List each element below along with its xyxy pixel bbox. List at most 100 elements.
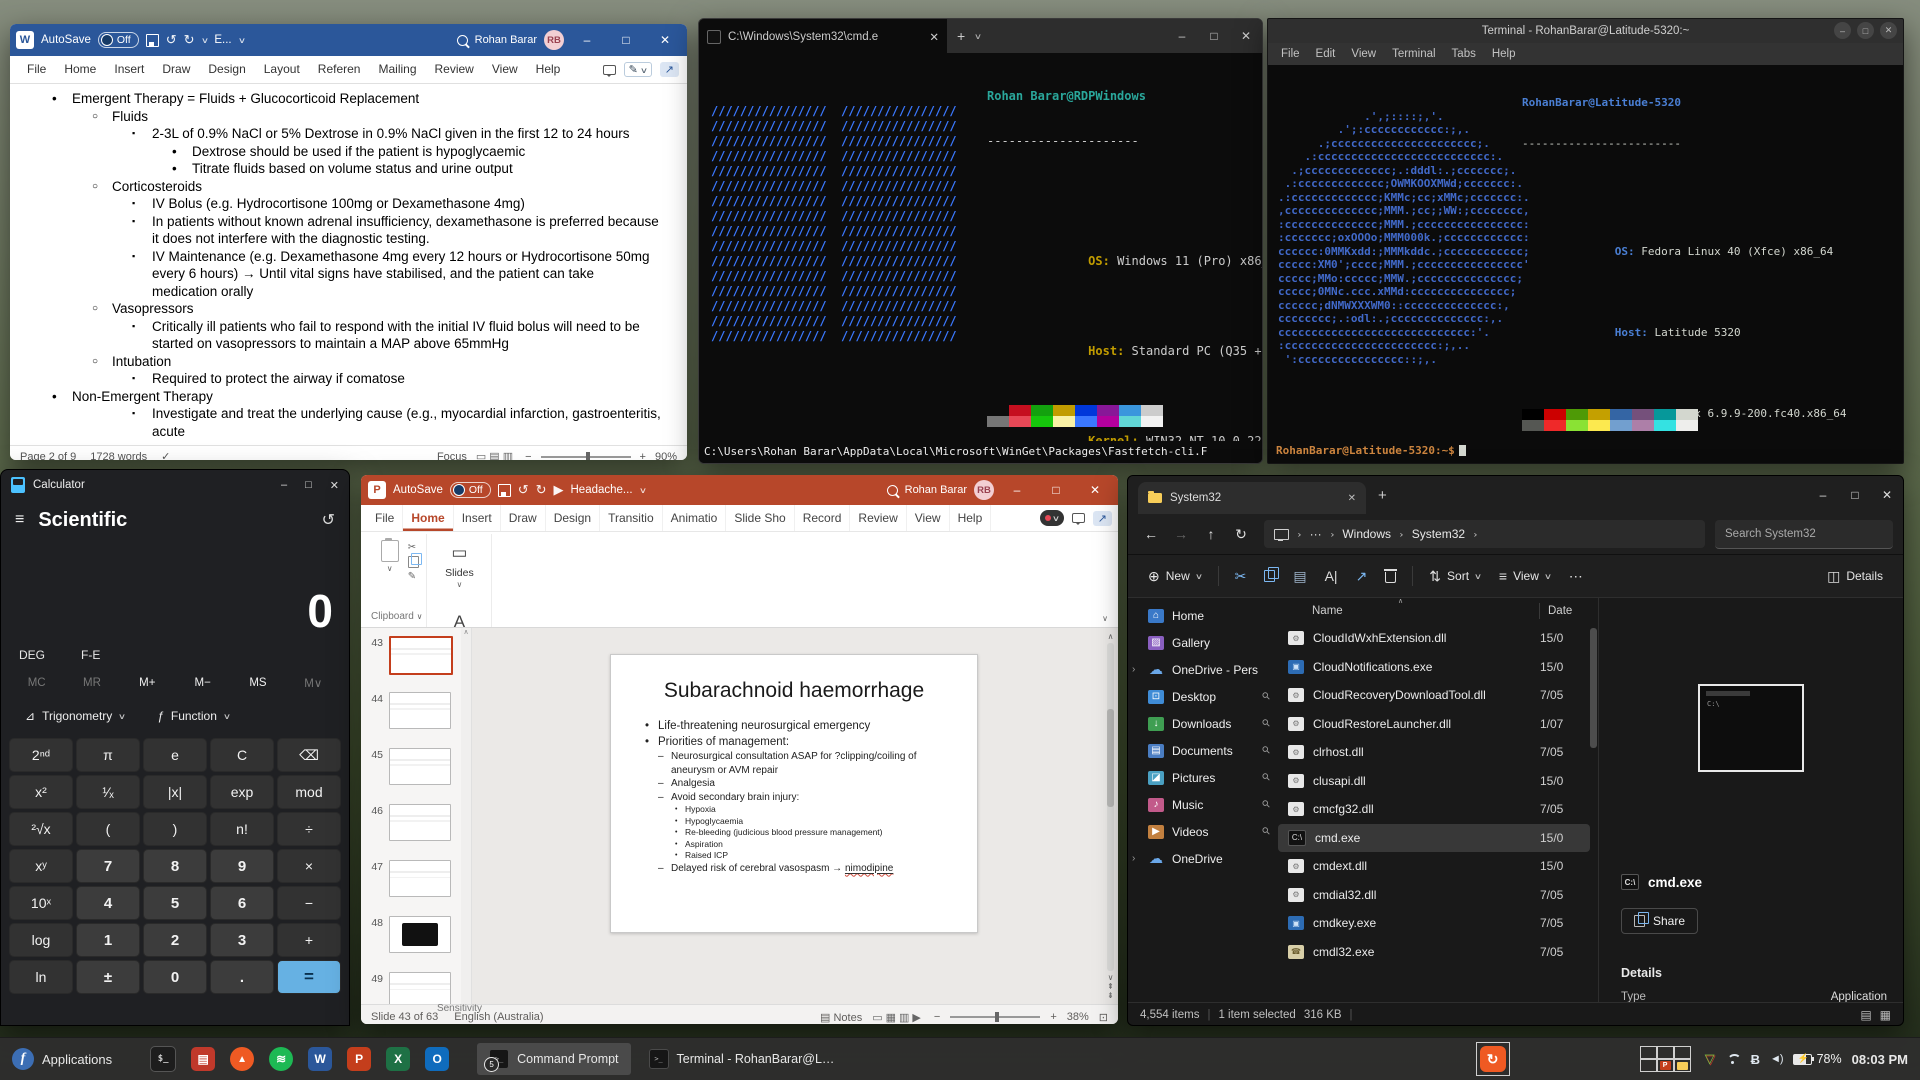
clock[interactable]: 08:03 PM xyxy=(1852,1052,1908,1067)
maximize-button[interactable]: □ xyxy=(1040,484,1072,496)
angle-unit-button[interactable]: DEG xyxy=(19,648,45,662)
calculator-key[interactable]: 7 xyxy=(76,849,140,883)
slide-indicator[interactable]: Slide 43 of 63 xyxy=(371,1011,438,1023)
terminal-output[interactable]: .',;::::;,'. .';:cccccccccccc:;,. .;cccc… xyxy=(1268,65,1903,461)
focused-app-indicator[interactable]: ↻ xyxy=(1475,1042,1510,1076)
language-indicator[interactable]: English (Australia) xyxy=(454,1011,543,1023)
maximize-button[interactable]: □ xyxy=(610,34,642,46)
wifi-icon[interactable] xyxy=(1725,1054,1741,1065)
ribbon-tab[interactable]: Home xyxy=(403,505,454,531)
display-tray-icon[interactable]: ▽ xyxy=(1705,1051,1715,1067)
calculator-key[interactable]: π xyxy=(76,738,140,772)
forward-button[interactable]: → xyxy=(1168,526,1194,542)
sidebar-item[interactable]: ▤ Documents ⚲ xyxy=(1128,737,1278,764)
undo-icon[interactable]: ↺ xyxy=(518,482,529,498)
minimize-button[interactable]: – xyxy=(1001,484,1033,496)
up-button[interactable]: ↑ xyxy=(1198,526,1224,542)
calculator-key[interactable]: log xyxy=(9,923,73,957)
calculator-key[interactable]: 9 xyxy=(210,849,274,883)
tab-close-icon[interactable]: ✕ xyxy=(1348,493,1356,504)
launcher-icon[interactable]: W xyxy=(308,1047,333,1071)
ribbon-tab[interactable]: File xyxy=(18,56,55,83)
ribbon-tab[interactable]: File xyxy=(367,505,404,531)
maximize-button[interactable]: □ xyxy=(1198,30,1230,42)
avatar[interactable]: RB xyxy=(974,480,994,500)
breadcrumb[interactable]: › ··· › Windows › System32 › xyxy=(1264,520,1705,548)
thumbnail-scrollbar[interactable]: ∧ xyxy=(461,628,472,1004)
minimize-button[interactable]: – xyxy=(1807,489,1839,501)
ribbon-tab[interactable]: Review xyxy=(850,505,907,531)
share-button[interactable]: ↗ xyxy=(659,62,679,77)
slide-thumbnail[interactable]: 45 xyxy=(369,748,451,785)
sidebar-item[interactable]: ⊡ Desktop ⚲ xyxy=(1128,683,1278,710)
delete-button[interactable] xyxy=(1377,564,1404,588)
calculator-key[interactable]: − xyxy=(277,886,341,920)
paste-button[interactable]: ∨ xyxy=(375,538,405,611)
menu-item[interactable]: Terminal xyxy=(1385,48,1442,60)
menu-item[interactable]: Tabs xyxy=(1445,48,1483,60)
fe-button[interactable]: F-E xyxy=(81,648,100,662)
ribbon-tab[interactable]: Home xyxy=(55,56,105,83)
close-button[interactable]: ✕ xyxy=(330,479,339,492)
file-row[interactable]: ⚙ clrhost.dll 7/05 xyxy=(1278,738,1590,767)
applications-menu[interactable]: f Applications xyxy=(0,1048,124,1070)
close-button[interactable]: ✕ xyxy=(1230,30,1262,42)
slide-thumbnail[interactable]: 48 xyxy=(369,916,451,953)
launcher-icon[interactable]: $_ xyxy=(150,1046,177,1072)
back-button[interactable]: ← xyxy=(1138,526,1164,542)
slide-thumbnail[interactable]: 47 xyxy=(369,860,451,897)
details-pane-button[interactable]: ◫ Details xyxy=(1819,563,1891,590)
calculator-key[interactable]: |x| xyxy=(143,775,207,809)
sidebar-item[interactable]: ⌂ Home xyxy=(1128,602,1278,629)
sidebar-item[interactable]: › ☁ OneDrive - Pers xyxy=(1128,656,1278,683)
view-switcher-icons[interactable]: ▭▤▥ xyxy=(476,450,516,460)
share-button[interactable]: Share xyxy=(1621,908,1699,934)
ribbon-tab[interactable]: Layout xyxy=(255,56,309,83)
rename-button[interactable]: A| xyxy=(1317,563,1346,589)
calculator-key[interactable]: exp xyxy=(210,775,274,809)
ribbon-tab[interactable]: Animatio xyxy=(663,505,727,531)
zoom-level[interactable]: 90% xyxy=(655,451,677,461)
slide-thumbnail[interactable]: 44 xyxy=(369,692,451,729)
calculator-key[interactable]: ) xyxy=(143,812,207,846)
new-tab-button[interactable]: + xyxy=(1366,487,1399,504)
search-icon[interactable] xyxy=(886,484,898,496)
cut-icon[interactable]: ✂ xyxy=(408,542,419,553)
cmd-tab[interactable]: C:\Windows\System32\cmd.e ✕ xyxy=(699,19,947,54)
window-button[interactable]: >_ 5 Command Prompt xyxy=(477,1043,631,1075)
redo-icon[interactable]: ↻ xyxy=(536,482,547,498)
battery-indicator[interactable]: ⚡ 78% xyxy=(1792,1052,1842,1066)
ribbon-tab[interactable]: Review xyxy=(426,56,483,83)
calculator-key[interactable]: xʸ xyxy=(9,849,73,883)
sidebar-item[interactable]: ↓ Downloads ⚲ xyxy=(1128,710,1278,737)
ribbon-tab[interactable]: Insert xyxy=(105,56,153,83)
memory-button[interactable]: M− xyxy=(175,677,230,689)
calculator-key[interactable]: × xyxy=(277,849,341,883)
undo-icon[interactable]: ↺ xyxy=(166,32,177,48)
launcher-icon[interactable]: X xyxy=(386,1047,411,1071)
format-painter-icon[interactable]: ✎ xyxy=(408,571,419,582)
calculator-key[interactable]: 4 xyxy=(76,886,140,920)
search-icon[interactable] xyxy=(456,34,468,46)
powerpoint-tray-icon[interactable]: P xyxy=(1656,1059,1674,1072)
word-document[interactable]: • Emergent Therapy = Fluids + Glucocorti… xyxy=(10,84,687,445)
file-row[interactable]: ⚙ clusapi.dll 15/0 xyxy=(1278,767,1590,796)
launcher-icon[interactable]: ▤ xyxy=(191,1047,216,1071)
calculator-key[interactable]: 2ⁿᵈ xyxy=(9,738,73,772)
large-icons-view-icon[interactable]: ▦ xyxy=(1880,1008,1891,1022)
record-button[interactable]: ∨ xyxy=(1039,510,1064,526)
sidebar-item[interactable]: ▨ Gallery xyxy=(1128,629,1278,656)
calculator-key[interactable]: x² xyxy=(9,775,73,809)
calculator-key[interactable]: 6 xyxy=(210,886,274,920)
document-title[interactable]: Headache... xyxy=(571,484,633,496)
share-button[interactable]: ↗ xyxy=(1092,510,1112,526)
tab-dropdown-icon[interactable]: ∨ xyxy=(974,32,982,41)
ribbon-tab[interactable]: Transitio xyxy=(600,505,663,531)
cmd-terminal-output[interactable]: //////////////// ///////////////////////… xyxy=(699,53,1262,441)
calculator-key[interactable]: C xyxy=(210,738,274,772)
sidebar-item[interactable]: ♪ Music ⚲ xyxy=(1128,791,1278,818)
file-row[interactable]: C:\ cmd.exe 15/0 xyxy=(1278,823,1590,852)
zoom-in-button[interactable]: + xyxy=(640,451,646,461)
present-icon[interactable]: ▶ xyxy=(554,482,564,498)
file-row[interactable]: ▣ CloudNotifications.exe 15/0 xyxy=(1278,653,1590,682)
